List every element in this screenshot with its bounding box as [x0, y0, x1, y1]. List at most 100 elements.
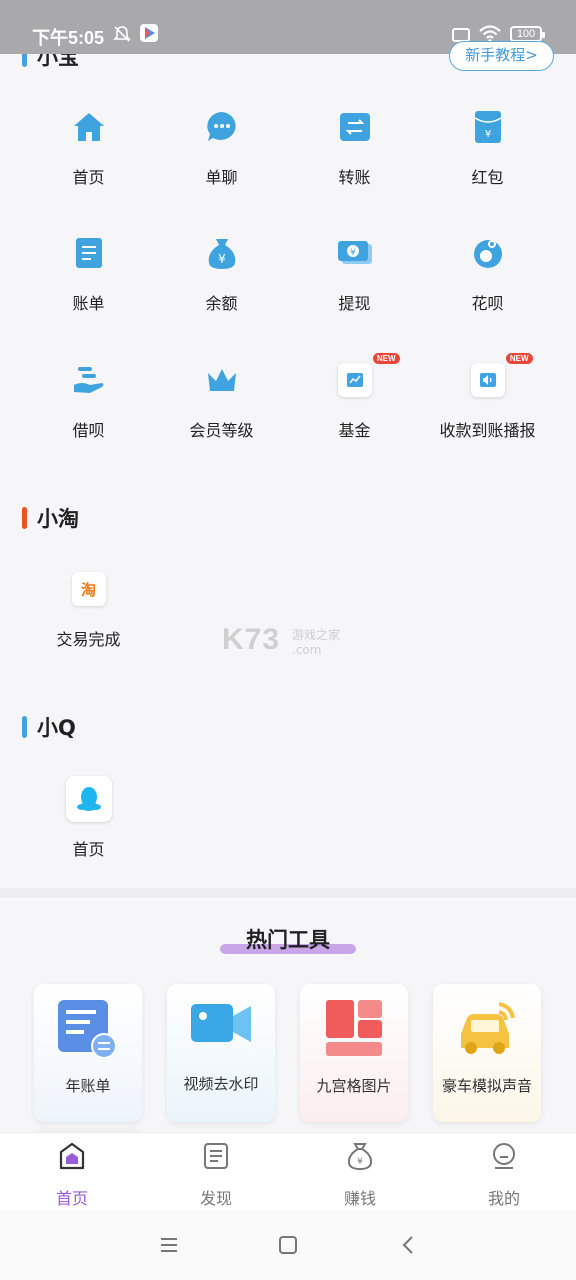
- qq-icon-box: [65, 776, 112, 822]
- nav-label: 我的: [487, 1189, 520, 1208]
- grid-label: 红包: [471, 168, 504, 187]
- svg-text:¥: ¥: [218, 252, 226, 266]
- withdraw-icon: ¥: [336, 234, 374, 272]
- nav-label: 首页: [55, 1189, 88, 1208]
- fund-icon-box: [337, 363, 372, 397]
- tutorial-button[interactable]: 新手教程>: [449, 41, 554, 71]
- tool-label: 豪车模拟声音: [441, 1077, 532, 1095]
- car-sound-icon: [461, 1002, 515, 1054]
- fund-chart-icon: NEW: [336, 353, 400, 399]
- grid-item-huabei[interactable]: 花呗: [421, 234, 554, 314]
- grid-label: 交易完成: [56, 630, 121, 649]
- home-nav-icon: [59, 1142, 85, 1170]
- speaker-icon: NEW: [469, 353, 533, 399]
- nav-item-home[interactable]: 首页: [0, 1141, 144, 1209]
- nav-item-earn[interactable]: ¥ 赚钱: [288, 1141, 432, 1209]
- grid-item-transfer[interactable]: 转账: [288, 108, 421, 188]
- new-badge: NEW: [505, 353, 533, 364]
- bill-icon: [70, 234, 108, 272]
- qq-penguin-icon: [65, 776, 112, 822]
- speaker-icon-box: [470, 363, 505, 397]
- section-header-xiaotao: 小淘: [22, 504, 79, 532]
- grid-label: 收款到账播报: [439, 421, 536, 440]
- grid-item-red-packet[interactable]: ¥ 红包: [421, 108, 554, 188]
- section-accent-bar: [22, 507, 27, 529]
- chat-icon: [203, 108, 241, 146]
- profile-icon: [493, 1143, 515, 1169]
- home-square-icon[interactable]: [277, 1234, 299, 1256]
- tool-label: 九宫格图片: [316, 1077, 392, 1095]
- crown-icon: [203, 361, 241, 399]
- tool-label: 年账单: [65, 1077, 111, 1095]
- grid-label: 花呗: [471, 294, 504, 313]
- grid-item-trade-complete[interactable]: 淘 交易完成: [22, 570, 155, 650]
- new-badge: NEW: [372, 353, 400, 364]
- bottom-nav: 首页 发现 ¥ 赚钱 我的: [0, 1132, 576, 1210]
- grid-label: 转账: [338, 168, 371, 187]
- watermark-main: K73: [222, 623, 281, 656]
- grid-label: 单聊: [205, 168, 238, 187]
- svg-text:¥: ¥: [350, 248, 356, 258]
- section-header-xiaoq: 小Q: [22, 713, 76, 741]
- battery-icon: 100: [510, 26, 545, 42]
- watermark-domain: .com: [292, 643, 322, 657]
- red-packet-icon: ¥: [469, 108, 507, 146]
- tool-card-video-watermark[interactable]: 视频去水印: [167, 984, 275, 1122]
- taobao-icon-box: 淘: [71, 572, 106, 606]
- tool-card-car-sound[interactable]: 豪车模拟声音: [433, 984, 541, 1122]
- section-accent-bar: [22, 716, 27, 738]
- grid-label: 提现: [338, 294, 371, 313]
- section-title: 小淘: [37, 507, 79, 531]
- balance-bag-icon: ¥: [203, 234, 241, 272]
- grid-item-payment-broadcast[interactable]: NEW 收款到账播报: [421, 353, 554, 441]
- grid-item-home[interactable]: 首页: [22, 108, 155, 188]
- grid-label: 账单: [72, 294, 105, 313]
- jiebei-icon: [70, 361, 108, 399]
- nav-item-mine[interactable]: 我的: [432, 1141, 576, 1209]
- grid-label: 余额: [205, 294, 238, 313]
- annual-bill-icon: [58, 1000, 117, 1059]
- grid-item-chat[interactable]: 单聊: [155, 108, 288, 188]
- system-nav-bar: [0, 1210, 576, 1280]
- nav-item-discover[interactable]: 发现: [144, 1141, 288, 1209]
- svg-text:¥: ¥: [484, 129, 490, 140]
- grid-label: 首页: [72, 840, 105, 859]
- tool-card-grid-image[interactable]: 九宫格图片: [300, 984, 408, 1122]
- section-title: 小Q: [37, 716, 76, 740]
- grid-label: 首页: [72, 168, 105, 187]
- grid-item-jiebei[interactable]: 借呗: [22, 361, 155, 441]
- bell-muted-icon: [113, 26, 131, 42]
- nav-label: 发现: [199, 1189, 232, 1208]
- grid-item-balance[interactable]: ¥ 余额: [155, 234, 288, 314]
- grid-item-member-level[interactable]: 会员等级: [155, 361, 288, 441]
- tools-title: 热门工具: [246, 928, 330, 952]
- tool-label: 视频去水印: [183, 1075, 259, 1093]
- taobao-icon: 淘: [70, 570, 108, 608]
- video-camera-icon: [191, 1004, 251, 1042]
- grid-label: 基金: [338, 421, 371, 440]
- section-divider: [0, 888, 576, 898]
- watermark-logo: K73: [222, 623, 280, 657]
- status-time: 下午5:05: [32, 28, 105, 48]
- discover-icon: [204, 1143, 228, 1169]
- notification-x-icon: [452, 28, 470, 42]
- grid-item-qq-home[interactable]: 首页: [22, 776, 155, 860]
- play-store-icon: [140, 24, 158, 42]
- grid-label: 会员等级: [189, 421, 254, 440]
- tool-card-annual-bill[interactable]: 年账单: [34, 984, 142, 1122]
- watermark-sub: 游戏之家 .com: [292, 626, 340, 657]
- grid-image-icon: [326, 1000, 382, 1056]
- transfer-icon: [336, 108, 374, 146]
- home-icon: [70, 108, 108, 146]
- money-bag-icon: ¥: [347, 1143, 373, 1171]
- menu-icon[interactable]: [158, 1234, 180, 1256]
- huabei-icon: [469, 234, 507, 272]
- grid-item-bill[interactable]: 账单: [22, 234, 155, 314]
- watermark-sub-text: 游戏之家: [292, 628, 341, 642]
- nav-label: 赚钱: [343, 1189, 376, 1208]
- grid-item-fund[interactable]: NEW 基金: [288, 353, 421, 441]
- grid-label: 借呗: [72, 421, 105, 440]
- grid-item-withdraw[interactable]: ¥ 提现: [288, 234, 421, 314]
- back-icon[interactable]: [398, 1234, 420, 1256]
- svg-text:¥: ¥: [357, 1157, 363, 1167]
